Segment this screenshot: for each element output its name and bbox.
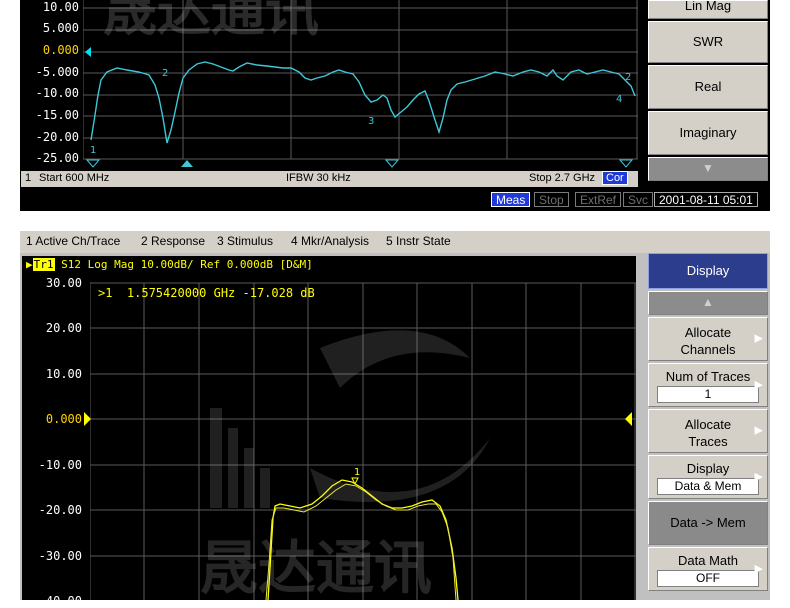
ifbw-value: IFBW 30 kHz [286, 172, 351, 184]
marker-readout: >1 1.575420000 GHz -17.028 dB [98, 286, 315, 300]
y-tick-label: -10.00 [38, 458, 82, 472]
softkey-imaginary[interactable]: Imaginary [648, 111, 768, 155]
y-tick-label: -30.00 [38, 549, 82, 563]
y-tick-label: 5.000 [42, 21, 79, 35]
y-tick-label: 30.00 [45, 276, 82, 290]
y-tick-label: -10.00 [35, 86, 79, 100]
bottom-plot-area: ▶Tr1 S12 Log Mag 10.00dB/ Ref 0.000dB [D… [22, 256, 636, 608]
date-time: 2001-08-11 05:01 [654, 192, 758, 207]
meas-indicator[interactable]: Meas [491, 192, 531, 207]
softkey-allocate-channels[interactable]: Allocate Channels ▶ [648, 317, 768, 361]
svc-indicator: Svc [623, 192, 654, 207]
chevron-down-icon: ▼ [702, 161, 714, 175]
y-tick-label-ref: 0.000 [42, 43, 79, 57]
y-tick-label: -5.000 [35, 65, 79, 79]
menu-bar: 1 Active Ch/Trace 2 Response 3 Stimulus … [20, 231, 770, 253]
y-tick-label: -40.00 [38, 594, 82, 608]
menu-instr-state[interactable]: 5 Instr State [386, 234, 451, 248]
num-traces-value: 1 [657, 386, 759, 403]
marker-3-label: 3 [368, 116, 374, 127]
channel-number: 1 [25, 172, 32, 184]
menu-mkr-analysis[interactable]: 4 Mkr/Analysis [291, 234, 369, 248]
top-trace-line [90, 61, 636, 144]
softkey-real[interactable]: Real [648, 65, 768, 109]
top-trace-graph: 晟达通讯 1 2 3 4 2 [83, 0, 638, 168]
chevron-up-icon: ▲ [702, 295, 714, 309]
softkey-scroll-down[interactable]: ▼ [648, 157, 768, 181]
submenu-arrow-icon: ▶ [754, 424, 763, 437]
y-tick-label: -25.00 [35, 151, 79, 165]
marker-2-ref-label: 2 [625, 72, 631, 83]
softkey-scroll-up[interactable]: ▲ [648, 291, 768, 315]
marker-4-label: 4 [616, 94, 622, 105]
menu-response[interactable]: 2 Response [141, 234, 205, 248]
top-plot-area: 10.00 5.000 0.000 -5.000 -10.00 -15.00 -… [21, 0, 638, 170]
y-tick-label: 20.00 [45, 321, 82, 335]
marker-triangles [85, 159, 634, 168]
softkey-display-mode[interactable]: Display Data & Mem ▶ [648, 455, 768, 499]
stop-frequency: Stop 2.7 GHz [529, 172, 596, 184]
y-tick-label: -20.00 [35, 130, 79, 144]
y-tick-label: 10.00 [45, 367, 82, 381]
marker-2-label: 2 [162, 68, 168, 79]
y-tick-label: 10.00 [42, 0, 79, 14]
softkey-data-math[interactable]: Data Math OFF ▶ [648, 547, 768, 591]
marker-1-label: 1 [90, 145, 96, 156]
display-mode-value: Data & Mem [657, 478, 759, 495]
submenu-arrow-icon: ▶ [754, 332, 763, 345]
ref-level-right-icon[interactable] [623, 412, 633, 426]
menu-stimulus[interactable]: 3 Stimulus [217, 234, 273, 248]
softkey-allocate-traces[interactable]: Allocate Traces ▶ [648, 409, 768, 453]
data-math-value: OFF [657, 570, 759, 587]
extref-indicator: ExtRef [575, 192, 622, 207]
top-status-bar: 1 Start 600 MHz IFBW 30 kHz Stop 2.7 GHz… [21, 171, 638, 187]
softkey-display-title: Display [648, 253, 768, 289]
submenu-arrow-icon: ▶ [754, 471, 763, 483]
correction-badge[interactable]: Cor [602, 171, 628, 185]
softkey-swr[interactable]: SWR [648, 21, 768, 63]
submenu-arrow-icon: ▶ [754, 563, 763, 575]
submenu-arrow-icon: ▶ [754, 379, 763, 391]
marker-1-label: 1 [354, 467, 360, 478]
softkey-lin-mag[interactable]: Lin Mag [648, 0, 768, 19]
y-tick-label: -20.00 [38, 503, 82, 517]
trace-tag[interactable]: Tr1 [32, 258, 55, 271]
stop-indicator: Stop [534, 192, 569, 207]
bottom-trace-graph: 晟达通讯 1 [90, 282, 636, 600]
top-watermark: 晟达通讯 [103, 0, 319, 43]
bottom-watermark: 晟达通讯 [200, 534, 432, 600]
menu-active-ch-trace[interactable]: 1 Active Ch/Trace [26, 234, 120, 248]
ref-level-left-icon[interactable] [82, 412, 92, 426]
softkey-data-to-mem[interactable]: Data -> Mem [648, 501, 768, 545]
y-tick-label-ref: 0.000 [45, 412, 82, 426]
y-tick-label: -15.00 [35, 108, 79, 122]
softkey-num-of-traces[interactable]: Num of Traces 1 ▶ [648, 363, 768, 407]
start-frequency: Start 600 MHz [39, 172, 110, 184]
